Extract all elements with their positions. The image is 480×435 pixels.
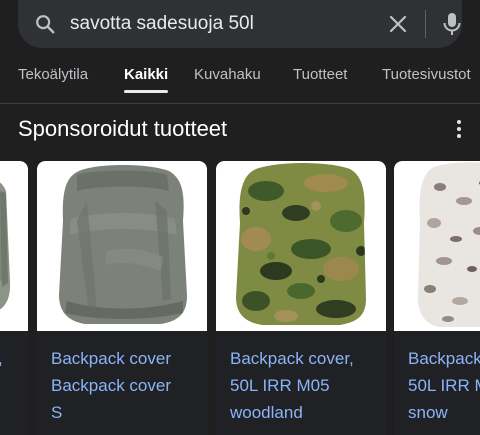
search-results-page: savotta sadesuoja 50l Tekoälytila Kaikki… bbox=[0, 0, 480, 435]
product-card[interactable]: Backpack cover Backpack cover S bbox=[37, 161, 207, 435]
tab-images[interactable]: Kuvahaku bbox=[194, 66, 261, 83]
product-card[interactable]: Backpack 50L IRR M snow bbox=[394, 161, 480, 435]
search-bar[interactable]: savotta sadesuoja 50l bbox=[18, 0, 462, 48]
tab-product-sites[interactable]: Tuotesivustot bbox=[382, 66, 471, 83]
search-input[interactable]: savotta sadesuoja 50l bbox=[70, 13, 254, 35]
tab-ai-mode[interactable]: Tekoälytila bbox=[18, 66, 88, 83]
product-card[interactable]: , bbox=[0, 161, 28, 435]
product-image bbox=[37, 161, 207, 331]
product-image bbox=[394, 161, 480, 331]
search-bar-divider bbox=[425, 10, 426, 38]
product-card[interactable]: Backpack cover, 50L IRR M05 woodland bbox=[216, 161, 386, 435]
product-title[interactable]: Backpack 50L IRR M snow bbox=[408, 345, 480, 426]
tab-products[interactable]: Tuotteet bbox=[293, 66, 347, 83]
active-tab-indicator bbox=[124, 90, 168, 93]
section-title: Sponsoroidut tuotteet bbox=[18, 116, 228, 141]
product-title[interactable]: Backpack cover, 50L IRR M05 woodland bbox=[230, 345, 384, 426]
product-title[interactable]: , bbox=[0, 345, 26, 372]
search-tabs: Tekoälytila Kaikki Kuvahaku Tuotteet Tuo… bbox=[0, 60, 480, 104]
more-vert-icon[interactable] bbox=[450, 118, 468, 140]
mic-icon[interactable] bbox=[440, 11, 464, 37]
search-icon bbox=[36, 15, 55, 34]
product-title[interactable]: Backpack cover Backpack cover S bbox=[51, 345, 205, 426]
product-image bbox=[216, 161, 386, 331]
close-icon[interactable] bbox=[386, 12, 410, 36]
product-image bbox=[0, 161, 28, 331]
tab-all[interactable]: Kaikki bbox=[124, 66, 168, 83]
tabs-divider bbox=[0, 103, 480, 104]
